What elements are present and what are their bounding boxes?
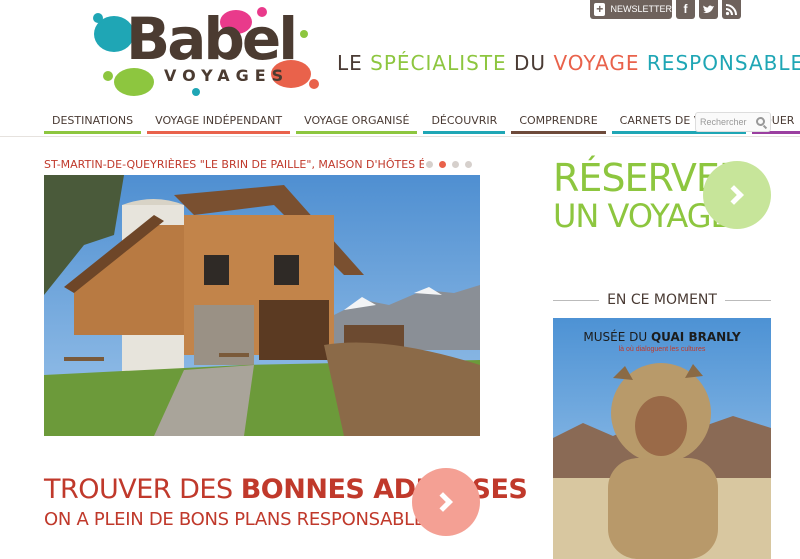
main-nav: DESTINATIONS VOYAGE INDÉPENDANT VOYAGE O… [44, 110, 800, 134]
search-icon[interactable] [756, 117, 765, 126]
find-addresses-button[interactable] [412, 468, 480, 536]
newsletter-label: NEWSLETTER [610, 4, 672, 14]
slider-dot-1[interactable] [426, 161, 433, 168]
en-ce-moment-header: EN CE MOMENT [553, 290, 772, 310]
ad-subtitle: là où dialoguent les cultures [618, 346, 706, 353]
nav-item-comprendre[interactable]: COMPRENDRE [511, 110, 606, 134]
chevron-right-icon [724, 185, 744, 205]
site-tagline: LE SPÉCIALISTE DU VOYAGE RESPONSABLE [337, 51, 800, 75]
slider-dot-3[interactable] [452, 161, 459, 168]
divider-left [553, 299, 600, 301]
nav-item-decouvrir[interactable]: DÉCOUVRIR [423, 110, 506, 134]
nav-divider [0, 136, 800, 137]
nav-item-voyage-organise[interactable]: VOYAGE ORGANISÉ [296, 110, 418, 134]
slide-caption[interactable]: ST-MARTIN-DE-QUEYRIÈRES "LE BRIN DE PAIL… [44, 158, 424, 171]
ad-title: MUSÉE DU QUAI BRANLY [583, 330, 741, 344]
chevron-right-icon [433, 492, 453, 512]
search-placeholder: Rechercher [700, 117, 747, 127]
logo-subtitle: VOYAGES [164, 66, 290, 85]
slider-dot-2[interactable] [439, 161, 446, 168]
facebook-icon[interactable]: f [676, 0, 695, 19]
reserve-button[interactable] [703, 161, 771, 229]
slide-image[interactable] [44, 175, 480, 436]
rss-icon[interactable] [722, 0, 741, 19]
twitter-icon[interactable] [699, 0, 718, 19]
plus-icon: + [594, 3, 606, 16]
nav-item-destinations[interactable]: DESTINATIONS [44, 110, 142, 134]
cta-subtitle[interactable]: ON A PLEIN DE BONS PLANS RESPONSABLES [44, 509, 436, 530]
search-input[interactable]: Rechercher [695, 112, 771, 132]
nav-item-voyage-independant[interactable]: VOYAGE INDÉPENDANT [147, 110, 291, 134]
slider-dot-4[interactable] [465, 161, 472, 168]
quai-branly-ad[interactable]: MUSÉE DU QUAI BRANLY là où dialoguent le… [553, 318, 771, 559]
logo-wordmark: Babel [126, 5, 298, 73]
newsletter-button[interactable]: + NEWSLETTER [590, 0, 672, 19]
slider-dots [426, 161, 472, 168]
divider-right [724, 299, 772, 301]
babel-voyages-logo[interactable]: Babel VOYAGES [86, 4, 326, 100]
